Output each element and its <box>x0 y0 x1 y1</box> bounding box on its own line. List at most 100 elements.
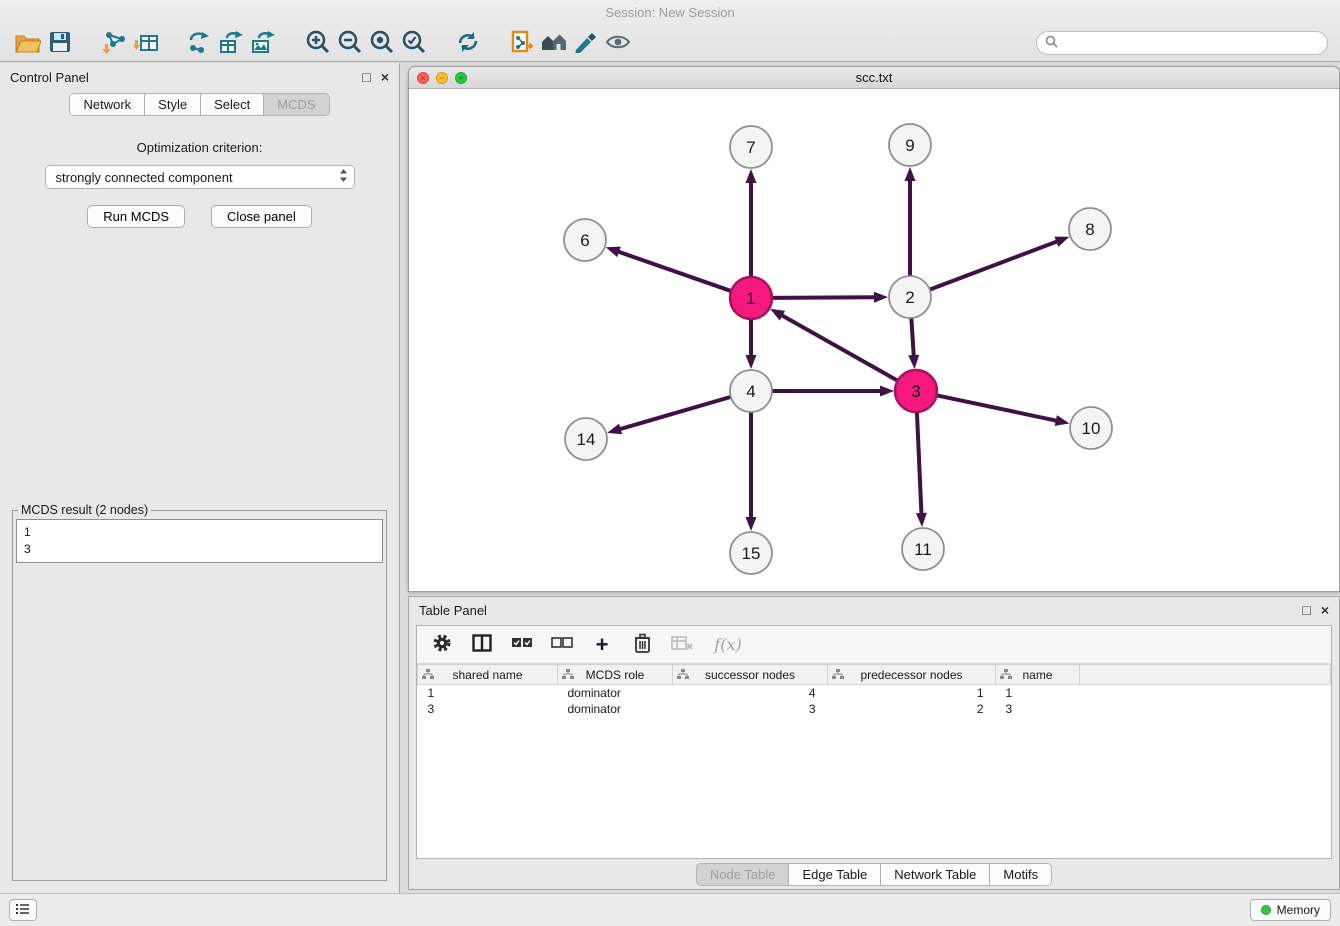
tab-node-table[interactable]: Node Table <box>696 863 790 886</box>
header: Session: New Session <box>0 0 1340 62</box>
table-cell[interactable]: 1 <box>996 685 1080 701</box>
show-column-panel-button[interactable] <box>471 634 493 656</box>
graph-edge-arrowhead <box>746 517 757 531</box>
graph-edge-2-3[interactable] <box>911 318 913 355</box>
plus-icon: + <box>596 635 609 655</box>
delete-table-button[interactable] <box>671 634 693 656</box>
minimize-window-icon[interactable]: − <box>436 72 448 84</box>
graph-edge-3-11[interactable] <box>917 412 921 513</box>
copy-style-button[interactable] <box>506 28 538 58</box>
float-table-panel-icon[interactable]: □ <box>1302 603 1310 617</box>
open-session-button[interactable] <box>12 28 44 58</box>
graph-edge-arrowhead <box>908 355 919 369</box>
column-header-mcds-role[interactable]: MCDS role <box>558 665 673 685</box>
table-row[interactable]: 3dominator323 <box>418 701 1331 717</box>
node-table-container: + f(x) <box>416 625 1332 859</box>
import-table-button[interactable] <box>130 28 162 58</box>
eye-icon <box>605 33 631 54</box>
import-network-button[interactable] <box>98 28 130 58</box>
search-input[interactable] <box>1063 36 1319 50</box>
graph-node-label: 6 <box>580 231 589 250</box>
create-column-button[interactable]: + <box>591 634 613 656</box>
tab-motifs[interactable]: Motifs <box>989 863 1052 886</box>
zoom-fit-button[interactable] <box>366 28 398 58</box>
close-table-panel-icon[interactable]: × <box>1321 603 1329 617</box>
tab-select[interactable]: Select <box>200 93 264 116</box>
search-box[interactable] <box>1036 31 1328 55</box>
run-mcds-button[interactable]: Run MCDS <box>87 205 185 228</box>
select-all-columns-button[interactable] <box>511 634 533 656</box>
unchecked-boxes-icon <box>551 637 573 652</box>
export-table-button[interactable] <box>216 28 248 58</box>
control-panel: Control Panel □ × Network Style Select M… <box>0 63 400 893</box>
export-image-button[interactable] <box>248 28 280 58</box>
annotation-style-button[interactable] <box>570 28 602 58</box>
trash-icon <box>634 633 651 656</box>
graph-edge-arrowhead <box>880 386 894 397</box>
application-window: Session: New Session <box>0 0 1340 926</box>
column-type-icon <box>1000 669 1012 683</box>
close-panel-button[interactable]: Close panel <box>211 205 312 228</box>
tab-style[interactable]: Style <box>144 93 201 116</box>
close-window-icon[interactable]: × <box>417 72 429 84</box>
table-cell[interactable]: 3 <box>673 701 828 717</box>
table-cell[interactable]: 4 <box>673 685 828 701</box>
close-panel-icon[interactable]: × <box>381 70 389 84</box>
network-canvas-area[interactable]: 7968124314101511 <box>409 89 1339 591</box>
graph-edge-3-1[interactable] <box>782 316 897 381</box>
table-mode-button[interactable] <box>431 634 453 656</box>
tab-edge-table[interactable]: Edge Table <box>788 863 881 886</box>
column-header-predecessor-nodes[interactable]: predecessor nodes <box>828 665 996 685</box>
table-cell[interactable]: dominator <box>558 685 673 701</box>
export-network-button[interactable] <box>184 28 216 58</box>
graph-edge-2-8[interactable] <box>930 242 1057 290</box>
table-cell[interactable]: dominator <box>558 701 673 717</box>
mcds-result-list[interactable]: 1 3 <box>16 519 383 563</box>
graph-edge-arrowhead <box>607 424 622 435</box>
mcds-result-title: MCDS result (2 nodes) <box>18 503 151 517</box>
zoom-selected-button[interactable] <box>398 28 430 58</box>
optimization-criterion-select[interactable]: strongly connected component <box>45 165 355 189</box>
control-panel-tabs: Network Style Select MCDS <box>0 93 399 116</box>
tab-mcds[interactable]: MCDS <box>263 93 329 116</box>
zoom-in-button[interactable] <box>302 28 334 58</box>
graph-edge-1-2[interactable] <box>772 297 874 298</box>
graph-edge-arrowhead <box>1054 237 1069 247</box>
graph-edge-4-14[interactable] <box>621 397 731 429</box>
column-header-successor-nodes[interactable]: successor nodes <box>673 665 828 685</box>
tab-network[interactable]: Network <box>69 93 145 116</box>
column-header-name[interactable]: name <box>996 665 1080 685</box>
table-cell[interactable]: 3 <box>996 701 1080 717</box>
result-line: 1 <box>24 524 375 541</box>
brush-icon <box>574 31 598 56</box>
tab-network-table[interactable]: Network Table <box>880 863 990 886</box>
checked-boxes-icon <box>511 637 533 652</box>
zoom-window-icon[interactable]: + <box>455 72 467 84</box>
task-history-button[interactable] <box>9 899 37 921</box>
export-image-icon <box>251 30 277 57</box>
table-panel-title: Table Panel <box>419 603 1292 618</box>
memory-button[interactable]: Memory <box>1250 899 1331 921</box>
graph-edge-3-10[interactable] <box>937 395 1056 420</box>
float-panel-icon[interactable]: □ <box>362 70 370 84</box>
table-cell[interactable]: 3 <box>418 701 558 717</box>
show-graphics-details-button[interactable] <box>602 28 634 58</box>
column-header-shared-name[interactable]: shared name <box>418 665 558 685</box>
table-row[interactable]: 1dominator411 <box>418 685 1331 701</box>
zoom-selected-icon <box>402 30 426 57</box>
export-table-icon <box>219 30 245 57</box>
deselect-all-columns-button[interactable] <box>551 634 573 656</box>
table-cell[interactable]: 1 <box>828 685 996 701</box>
zoom-out-button[interactable] <box>334 28 366 58</box>
graph-edge-arrowhead <box>905 167 916 181</box>
delete-columns-button[interactable] <box>631 634 653 656</box>
table-cell[interactable]: 1 <box>418 685 558 701</box>
hide-show-navigator-button[interactable] <box>538 28 570 58</box>
save-session-button[interactable] <box>44 28 76 58</box>
control-panel-title: Control Panel <box>10 70 352 85</box>
graph-edge-1-6[interactable] <box>619 252 731 291</box>
function-builder-button[interactable]: f(x) <box>711 634 745 656</box>
network-window-titlebar[interactable]: scc.txt × − + <box>409 67 1339 89</box>
refresh-layout-button[interactable] <box>452 28 484 58</box>
table-cell[interactable]: 2 <box>828 701 996 717</box>
